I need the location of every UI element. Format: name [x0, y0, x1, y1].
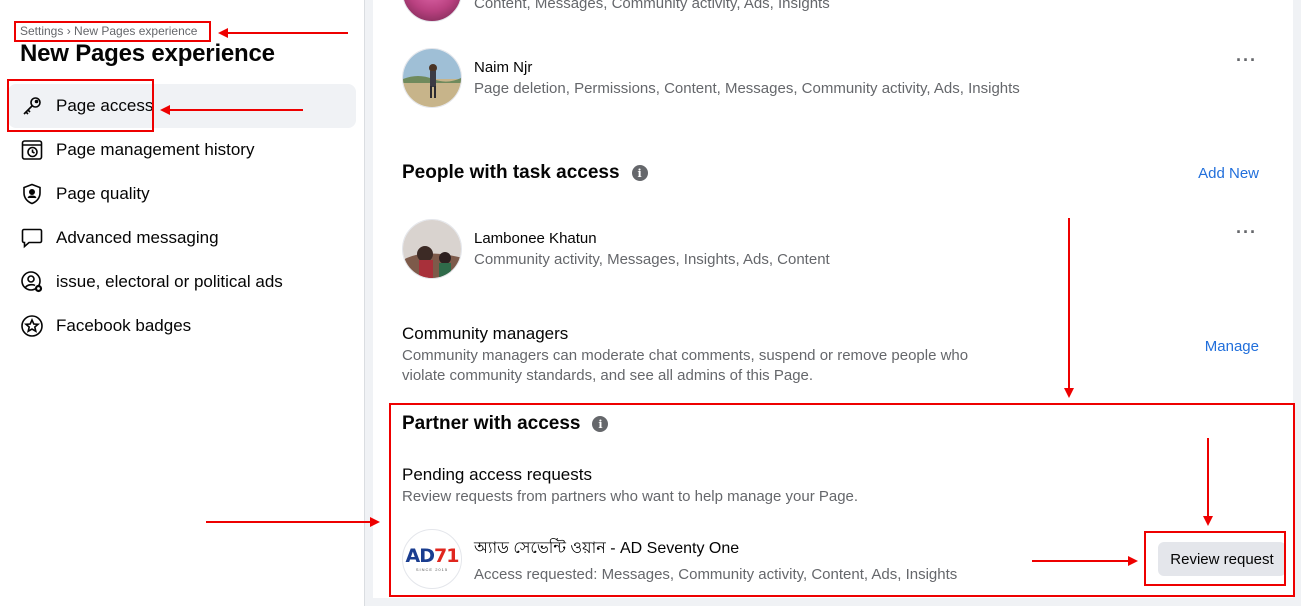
logo-text: AD71: [405, 544, 460, 567]
avatar[interactable]: [402, 219, 462, 279]
sidebar-item-label: Page access: [56, 96, 154, 115]
section-title: People with task access: [402, 162, 620, 183]
task-person-permissions: Community activity, Messages, Insights, …: [474, 251, 830, 268]
task-access-heading: People with task access i: [402, 162, 648, 184]
more-options-button[interactable]: ···: [1236, 50, 1257, 71]
pending-requests-desc: Review requests from partners who want t…: [402, 488, 859, 505]
section-title: Partner with access: [402, 413, 581, 434]
partner-access-heading: Partner with access i: [402, 413, 609, 435]
sidebar-item-label: Page management history: [56, 140, 255, 159]
avatar[interactable]: [402, 48, 462, 108]
logo-text-part: 71: [434, 544, 459, 567]
desc-line: violate community standards, and see all…: [402, 367, 814, 384]
history-icon: [18, 136, 46, 164]
settings-sidebar: Settings › New Pages experience New Page…: [0, 0, 365, 606]
page-access-card: Content, Messages, Community activity, A…: [373, 0, 1293, 598]
partner-name[interactable]: অ্যাড সেভেন্টি ওয়ান - AD Seventy One: [474, 535, 957, 562]
more-options-button[interactable]: ···: [1236, 222, 1257, 243]
breadcrumb[interactable]: Settings › New Pages experience: [20, 24, 197, 38]
admin-row: Naim Njr Page deletion, Permissions, Con…: [402, 48, 1020, 108]
star-badge-icon: [18, 312, 46, 340]
task-person-name[interactable]: Lambonee Khatun: [474, 230, 830, 247]
info-icon[interactable]: i: [631, 165, 648, 181]
sidebar-item-advanced-messaging[interactable]: Advanced messaging: [8, 216, 356, 260]
admin-permissions: Page deletion, Permissions, Content, Mes…: [474, 80, 1020, 97]
main-content: Content, Messages, Community activity, A…: [365, 0, 1301, 606]
manage-link[interactable]: Manage: [1205, 338, 1259, 355]
sidebar-item-page-access[interactable]: Page access: [8, 84, 356, 128]
partner-request-row: AD71 SINCE 2015 অ্যাড সেভেন্টি ওয়ান - A…: [402, 529, 957, 589]
avatar[interactable]: [402, 0, 462, 22]
community-managers-desc: Community managers can moderate chat com…: [402, 346, 1002, 386]
sidebar-item-page-management-history[interactable]: Page management history: [8, 128, 356, 172]
shield-user-icon: [18, 180, 46, 208]
admin-row: Content, Messages, Community activity, A…: [402, 0, 830, 22]
key-icon: [18, 92, 46, 120]
user-gear-icon: [18, 268, 46, 296]
review-request-button[interactable]: Review request: [1158, 542, 1286, 576]
page-title: New Pages experience: [20, 40, 275, 67]
admin-name[interactable]: Naim Njr: [474, 59, 1020, 76]
sidebar-nav: Page access Page management history Page…: [8, 84, 356, 348]
community-managers-title: Community managers: [402, 324, 569, 343]
logo-subtext: SINCE 2015: [415, 566, 449, 572]
add-new-link[interactable]: Add New: [1198, 165, 1259, 182]
partner-permissions: Access requested: Messages, Community ac…: [474, 566, 958, 583]
sidebar-item-page-quality[interactable]: Page quality: [8, 172, 356, 216]
logo-text-part: AD: [405, 544, 436, 567]
pending-requests-title: Pending access requests: [402, 465, 592, 484]
sidebar-item-label: Page quality: [56, 184, 150, 203]
sidebar-item-label: Advanced messaging: [56, 228, 219, 247]
sidebar-item-political-ads[interactable]: issue, electoral or political ads: [8, 260, 356, 304]
admin-permissions: Content, Messages, Community activity, A…: [474, 0, 830, 12]
sidebar-item-facebook-badges[interactable]: Facebook badges: [8, 304, 356, 348]
info-icon[interactable]: i: [592, 416, 609, 432]
chat-bubble-icon: [18, 224, 46, 252]
partner-logo[interactable]: AD71 SINCE 2015: [402, 529, 462, 589]
sidebar-item-label: issue, electoral or political ads: [56, 272, 283, 291]
sidebar-item-label: Facebook badges: [56, 316, 192, 335]
task-person-row: Lambonee Khatun Community activity, Mess…: [402, 219, 830, 279]
desc-line: Community managers can moderate chat com…: [402, 347, 969, 364]
